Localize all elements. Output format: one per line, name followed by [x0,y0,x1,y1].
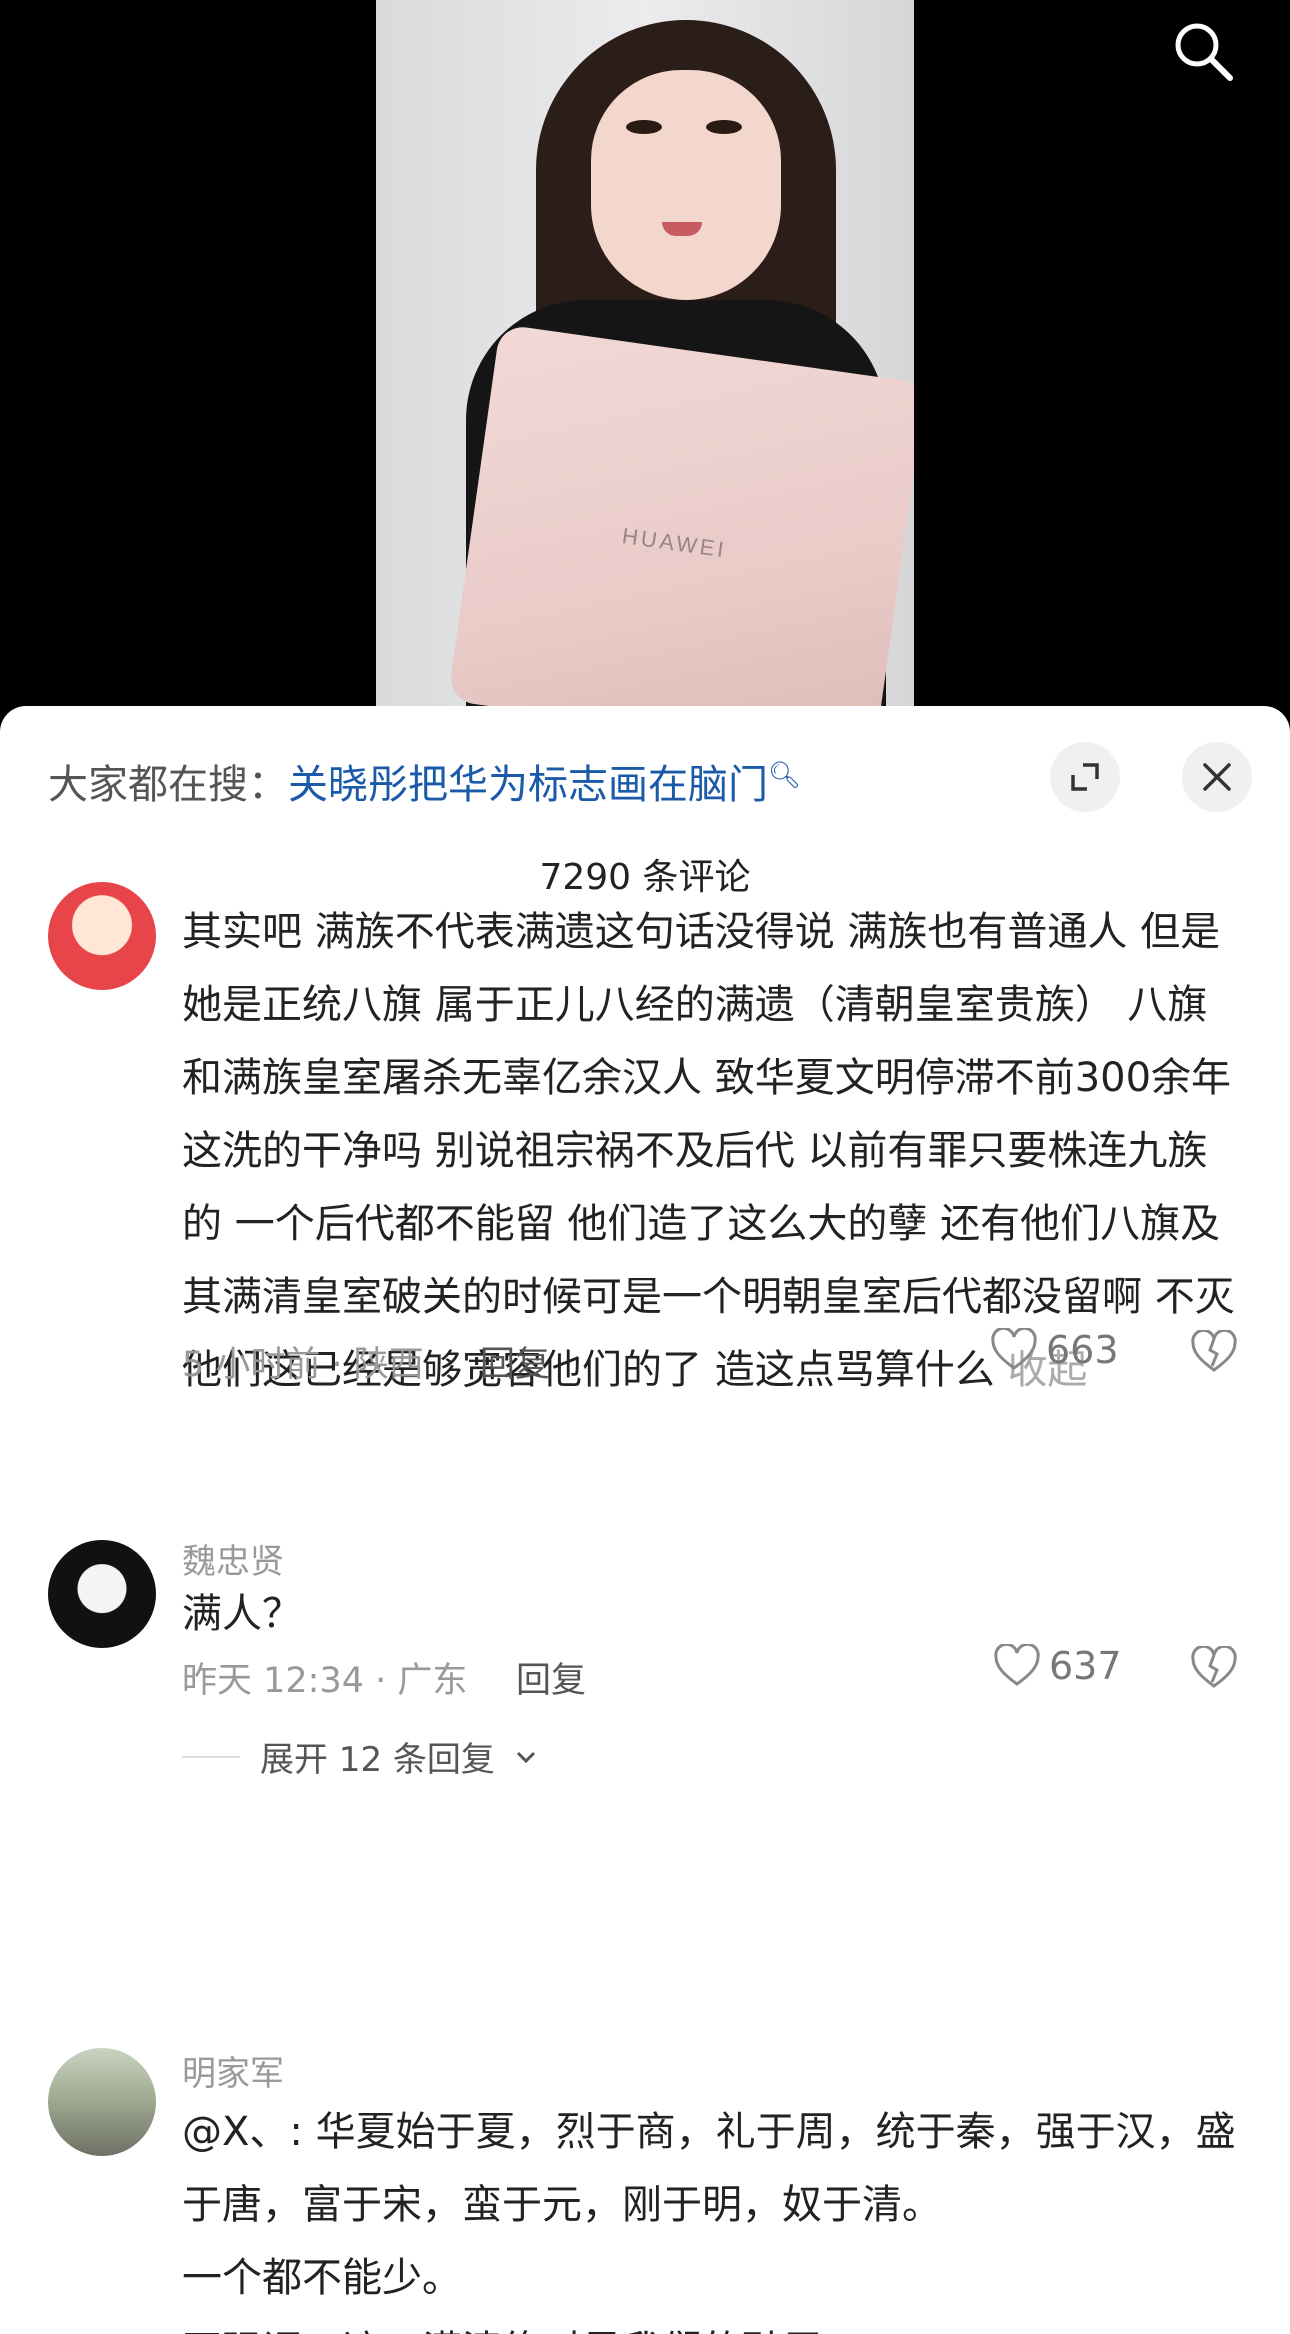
comment-meta: 昨天 12:34 · 广东 [182,1661,468,1701]
like-button[interactable]: 663 [990,1328,1119,1372]
reply-button[interactable]: 回复 [480,1336,550,1387]
heart-icon [991,1328,1037,1370]
hot-search-bar[interactable]: 大家都在搜：关晓彤把华为标志画在脑门🔍︎ [48,752,801,810]
comment-count: 7290 条评论 [539,857,751,898]
username[interactable]: 魏忠贤 [182,1534,284,1583]
video-frame: HUAWEI [376,0,914,706]
comment-text: @X、: 华夏始于夏，烈于商，礼于周，统于秦，强于汉，盛于唐，富于宋，蛮于元，刚… [182,2109,1236,2334]
like-count: 637 [1049,1644,1122,1688]
video-eye-left [626,120,662,134]
expand-button[interactable] [1050,742,1120,812]
heart-icon [994,1644,1040,1686]
like-count: 663 [1046,1328,1119,1372]
laptop-brand-logo: HUAWEI [620,523,729,563]
dislike-button[interactable] [1190,1328,1238,1378]
username[interactable]: 明家军 [182,2046,284,2095]
broken-heart-icon [1191,1644,1237,1688]
search-small-icon: 🔍︎ [768,760,802,791]
avatar[interactable] [48,2048,156,2156]
reply-button[interactable]: 回复 [516,1652,586,1703]
video-face [591,70,781,300]
comment-item: 其实吧 满族不代表满遗这句话没得说 满族也有普通人 但是她是正统八旗 属于正儿八… [0,882,1290,1393]
avatar[interactable] [48,882,156,990]
search-button[interactable] [1170,18,1236,84]
comment-item: 明家军 @X、: 华夏始于夏，烈于商，礼于周，统于秦，强于汉，盛于唐，富于宋，蛮… [0,2006,1290,2334]
expand-icon [1071,763,1099,791]
close-button[interactable] [1182,742,1252,812]
comment-body: 其实吧 满族不代表满遗这句话没得说 满族也有普通人 但是她是正统八旗 属于正儿八… [182,909,1235,1393]
chevron-down-icon [516,1751,535,1763]
comment-sheet: 大家都在搜：关晓彤把华为标志画在脑门🔍︎ 7290 条评论 其实吧 满族不代表满… [0,706,1290,2334]
expand-replies-label: 展开 12 条回复 [260,1740,495,1780]
search-icon [1175,23,1233,81]
avatar[interactable] [48,1540,156,1648]
broken-heart-icon [1191,1328,1237,1372]
expand-replies-button[interactable]: 展开 12 条回复 [182,1732,537,1781]
video-laptop: HUAWEI [447,323,914,706]
comment-meta: 5 小时前 · 陕西 [182,1345,424,1385]
hot-search-link[interactable]: 关晓彤把华为标志画在脑门 [288,762,768,808]
like-button[interactable]: 637 [993,1644,1122,1688]
video-eye-right [706,120,742,134]
comment-text: 满人？ [182,1591,302,1637]
dislike-button[interactable] [1190,1644,1238,1694]
divider [182,1755,240,1758]
hot-search-prefix: 大家都在搜： [48,762,288,808]
video-player[interactable]: HUAWEI [0,0,1290,740]
comment-item: 魏忠贤 满人？ 昨天 12:34 · 广东 回复 637 展开 12 条回复 [0,1540,1290,1970]
close-icon [1203,763,1231,791]
